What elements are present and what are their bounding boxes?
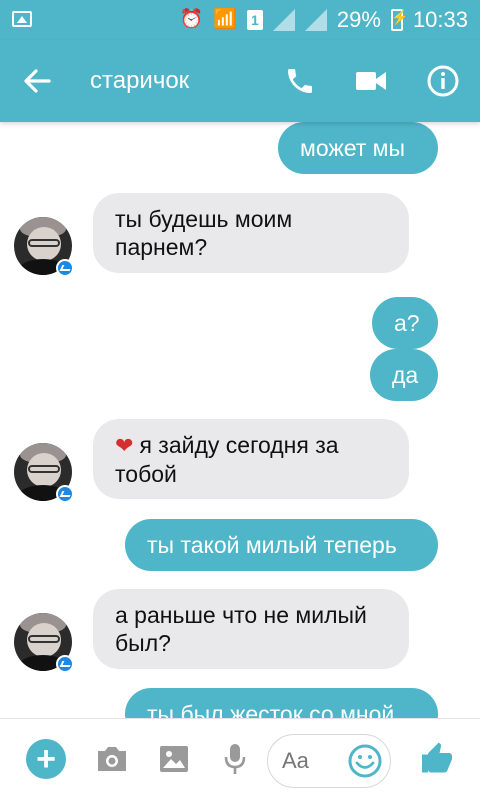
plus-icon: + — [26, 739, 66, 779]
message-list[interactable]: может мы ты будешь моим парнем? а? да ❤ я… — [0, 122, 480, 718]
camera-button[interactable] — [92, 739, 132, 779]
gallery-notification-icon — [12, 11, 32, 27]
contact-avatar[interactable] — [14, 217, 74, 277]
alarm-icon: ⏰ — [179, 9, 204, 30]
message-outgoing[interactable]: ты такой милый теперь — [125, 519, 438, 571]
sim-indicator: 1 — [246, 10, 263, 30]
message-incoming[interactable]: а раньше что не милый был? — [93, 589, 409, 669]
video-call-button[interactable] — [350, 60, 392, 102]
gallery-button[interactable] — [154, 739, 194, 779]
contact-avatar[interactable] — [14, 613, 74, 673]
app-bar: старичок — [0, 40, 480, 122]
message-incoming[interactable]: ❤ я зайду сегодня за тобой — [93, 419, 409, 499]
thumbs-up-icon — [422, 742, 452, 773]
wifi-icon: 📶 — [213, 9, 237, 30]
message-outgoing[interactable]: может мы — [278, 122, 438, 174]
battery-icon — [390, 9, 408, 31]
message-incoming[interactable]: ты будешь моим парнем? — [93, 193, 409, 273]
call-button[interactable] — [279, 60, 321, 102]
emoji-button[interactable] — [346, 742, 384, 780]
voice-button[interactable] — [215, 739, 255, 779]
phone-icon — [288, 69, 312, 93]
message-outgoing[interactable]: ты был жесток со мной — [125, 688, 438, 718]
more-actions-button[interactable]: + — [26, 739, 66, 779]
message-outgoing[interactable]: а? — [372, 297, 438, 349]
clock: 10:33 — [412, 7, 468, 32]
messenger-badge-icon — [56, 259, 74, 277]
message-outgoing[interactable]: да — [370, 349, 438, 401]
signal-icon — [272, 9, 295, 31]
microphone-icon — [224, 744, 246, 774]
signal-icon-2 — [304, 9, 327, 31]
image-icon — [160, 746, 188, 772]
like-button[interactable] — [417, 739, 457, 779]
messenger-badge-icon — [56, 485, 74, 503]
messenger-badge-icon — [56, 655, 74, 673]
back-button[interactable] — [18, 62, 56, 100]
battery-percent: 29% — [336, 7, 381, 32]
conversation-title[interactable]: старичок — [90, 40, 189, 122]
video-camera-icon — [356, 72, 386, 90]
camera-icon — [98, 747, 126, 771]
status-bar: ⏰ 📶 1 29% 10:33 — [0, 0, 480, 40]
heart-icon: ❤ — [115, 433, 134, 458]
back-arrow-icon — [24, 69, 51, 93]
info-button[interactable] — [422, 60, 464, 102]
smiley-icon — [348, 744, 382, 778]
info-icon — [427, 65, 459, 97]
contact-avatar[interactable] — [14, 443, 74, 503]
composer-bar: + — [0, 718, 480, 801]
